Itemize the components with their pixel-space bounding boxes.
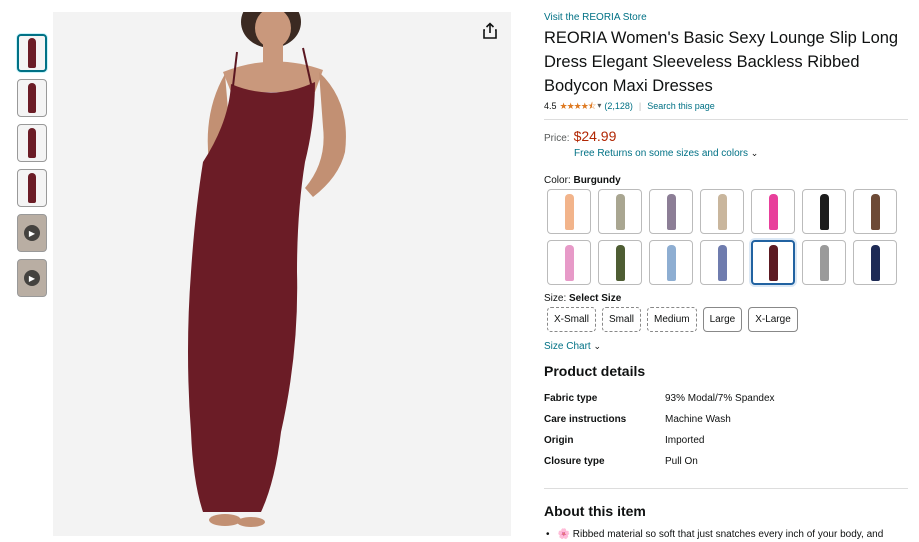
color-swatch[interactable] bbox=[853, 189, 897, 234]
product-details-heading: Product details bbox=[544, 363, 646, 379]
separator: | bbox=[638, 101, 642, 111]
swatch-image bbox=[717, 193, 727, 230]
selected-size: Select Size bbox=[569, 293, 622, 304]
thumbnail-1[interactable] bbox=[17, 34, 47, 72]
color-swatch[interactable] bbox=[649, 240, 693, 285]
main-product-image[interactable] bbox=[53, 12, 511, 536]
color-swatch[interactable] bbox=[547, 240, 591, 285]
size-option-button[interactable]: Large bbox=[702, 307, 743, 332]
details-value: Machine Wash bbox=[665, 414, 731, 425]
thumbnail-video-2[interactable]: ▶ bbox=[17, 259, 47, 297]
swatch-image bbox=[564, 244, 574, 281]
thumbnail-2[interactable] bbox=[17, 79, 47, 117]
color-swatch[interactable] bbox=[751, 189, 795, 234]
thumbnail-strip: ▶ ▶ bbox=[17, 34, 47, 304]
play-icon: ▶ bbox=[24, 225, 40, 241]
divider bbox=[544, 488, 908, 489]
price-value: $24.99 bbox=[573, 128, 617, 144]
swatch-image bbox=[870, 193, 880, 230]
swatch-image bbox=[870, 244, 880, 281]
play-icon: ▶ bbox=[24, 270, 40, 286]
selected-color: Burgundy bbox=[573, 175, 621, 186]
product-info-panel: Visit the REORIA Store REORIA Women's Ba… bbox=[544, 11, 908, 540]
size-option-button[interactable]: X-Large bbox=[748, 307, 798, 332]
size-chart-text: Size Chart bbox=[544, 341, 591, 352]
product-details-table: Fabric type 93% Modal/7% Spandex Care inst… bbox=[544, 388, 908, 472]
size-label: Size: bbox=[544, 293, 567, 304]
details-key: Closure type bbox=[544, 456, 605, 467]
color-swatch[interactable] bbox=[700, 189, 744, 234]
details-value: Pull On bbox=[665, 456, 698, 467]
color-swatch[interactable] bbox=[598, 189, 642, 234]
color-swatch[interactable] bbox=[802, 240, 846, 285]
details-row: Care instructions Machine Wash bbox=[544, 409, 908, 430]
color-label-row: Color: Burgundy bbox=[544, 175, 908, 186]
price-label: Price: bbox=[544, 133, 570, 144]
swatch-image bbox=[564, 193, 574, 230]
color-label: Color: bbox=[544, 175, 571, 186]
thumbnail-4[interactable] bbox=[17, 169, 47, 207]
size-option-button[interactable]: X-Small bbox=[547, 307, 597, 332]
share-icon[interactable] bbox=[481, 22, 499, 40]
size-label-row: Size: Select Size bbox=[544, 293, 908, 304]
swatch-image bbox=[666, 244, 676, 281]
details-row: Origin Imported bbox=[544, 430, 908, 451]
price-row: Price: $24.99 bbox=[544, 128, 908, 144]
details-key: Care instructions bbox=[544, 414, 627, 425]
thumbnail-image bbox=[28, 83, 36, 113]
chevron-down-icon: ⌄ bbox=[750, 148, 759, 158]
divider bbox=[544, 119, 908, 120]
thumbnail-image bbox=[28, 38, 36, 68]
chevron-down-icon: ⌄ bbox=[593, 341, 602, 351]
details-key: Origin bbox=[544, 435, 574, 446]
swatch-image bbox=[819, 193, 829, 230]
details-key: Fabric type bbox=[544, 393, 598, 404]
color-swatch[interactable] bbox=[700, 240, 744, 285]
about-bullet: 🌸 Ribbed material so soft that just snat… bbox=[546, 529, 908, 540]
swatch-image bbox=[717, 244, 727, 281]
swatch-image bbox=[768, 193, 778, 230]
color-swatch[interactable] bbox=[598, 240, 642, 285]
about-bullets: 🌸 Ribbed material so soft that just snat… bbox=[546, 529, 908, 540]
swatch-image bbox=[819, 244, 829, 281]
free-returns-text: Free Returns on some sizes and colors bbox=[574, 148, 748, 159]
about-heading: About this item bbox=[544, 503, 646, 519]
free-returns-link[interactable]: Free Returns on some sizes and colors ⌄ bbox=[574, 148, 908, 159]
swatch-image bbox=[666, 193, 676, 230]
color-swatch[interactable] bbox=[649, 189, 693, 234]
rating-value: 4.5 bbox=[544, 101, 557, 111]
review-count-link[interactable]: (2,128) bbox=[604, 100, 633, 112]
color-swatch[interactable] bbox=[547, 189, 591, 234]
details-row: Closure type Pull On bbox=[544, 451, 908, 472]
size-option-button[interactable]: Small bbox=[602, 307, 642, 332]
thumbnail-video-1[interactable]: ▶ bbox=[17, 214, 47, 252]
thumbnail-image bbox=[28, 128, 36, 158]
swatch-image bbox=[768, 244, 778, 281]
swatch-image bbox=[615, 244, 625, 281]
store-link[interactable]: Visit the REORIA Store bbox=[544, 11, 908, 24]
thumbnail-image bbox=[28, 173, 36, 203]
size-chart-link[interactable]: Size Chart ⌄ bbox=[544, 341, 908, 352]
color-swatch[interactable] bbox=[853, 240, 897, 285]
product-title: REORIA Women's Basic Sexy Lounge Slip Lo… bbox=[544, 29, 899, 95]
details-row: Fabric type 93% Modal/7% Spandex bbox=[544, 388, 908, 409]
star-rating-icon[interactable]: ★★★★⯪ bbox=[560, 100, 597, 112]
color-swatch[interactable] bbox=[751, 240, 795, 285]
color-swatches bbox=[547, 189, 908, 285]
swatch-image bbox=[615, 193, 625, 230]
search-this-page-link[interactable]: Search this page bbox=[647, 100, 715, 112]
color-swatch[interactable] bbox=[802, 189, 846, 234]
thumbnail-3[interactable] bbox=[17, 124, 47, 162]
size-option-button[interactable]: Medium bbox=[647, 307, 697, 332]
details-value: 93% Modal/7% Spandex bbox=[665, 393, 775, 404]
details-value: Imported bbox=[665, 435, 705, 446]
rating-row: 4.5 ★★★★⯪ ▾ (2,128) | Search this page bbox=[544, 100, 908, 112]
size-options: X-Small Small Medium Large X-Large bbox=[547, 307, 908, 332]
dress-model-image bbox=[188, 12, 346, 527]
chevron-down-icon[interactable]: ▾ bbox=[597, 100, 601, 112]
